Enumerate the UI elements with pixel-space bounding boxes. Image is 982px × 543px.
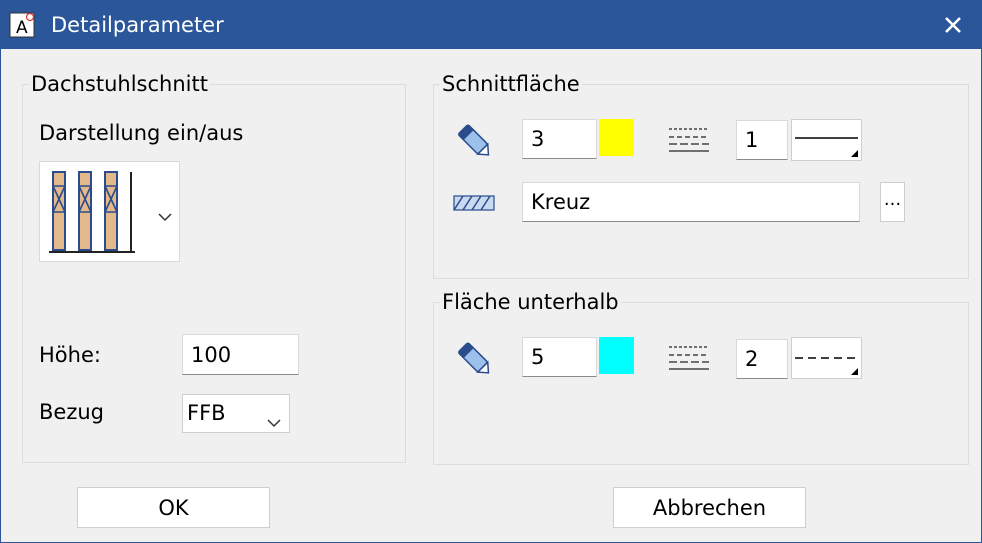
- group-title-roof-section: Dachstuhlschnitt: [29, 72, 210, 96]
- close-icon[interactable]: [925, 1, 981, 49]
- line-type-icon[interactable]: [668, 126, 710, 158]
- title-bar[interactable]: A Detailparameter: [1, 1, 981, 49]
- display-toggle-dropdown[interactable]: [39, 161, 180, 262]
- ok-button[interactable]: OK: [77, 487, 270, 528]
- section-line-input[interactable]: 1: [736, 120, 788, 160]
- hatch-input[interactable]: Kreuz: [522, 182, 860, 222]
- display-toggle-label: Darstellung ein/aus: [39, 121, 244, 145]
- cancel-button[interactable]: Abbrechen: [613, 487, 806, 528]
- below-line-style-button[interactable]: [791, 337, 862, 379]
- rafter-preview-icon: [47, 168, 137, 258]
- pen-icon[interactable]: [454, 337, 496, 383]
- hatch-icon[interactable]: [453, 194, 495, 216]
- dialog-window: A Detailparameter Dachstuhlschnitt Darst…: [0, 0, 982, 543]
- reference-select-value: FFB: [187, 401, 226, 425]
- height-label: Höhe:: [39, 343, 101, 367]
- group-title-section-surface: Schnittfläche: [440, 72, 582, 96]
- below-pen-input[interactable]: 5: [522, 337, 597, 377]
- section-pen-color-swatch[interactable]: [599, 119, 634, 156]
- reference-label: Bezug: [39, 400, 104, 424]
- browse-hatch-button[interactable]: ...: [880, 182, 905, 222]
- chevron-down-icon: [267, 409, 281, 433]
- group-title-surface-below: Fläche unterhalb: [440, 290, 621, 314]
- line-type-icon[interactable]: [668, 344, 710, 376]
- app-icon: A: [9, 12, 35, 38]
- section-line-style-button[interactable]: [791, 119, 862, 161]
- chevron-down-icon: [158, 207, 172, 226]
- window-title: Detailparameter: [51, 13, 224, 37]
- svg-text:A: A: [16, 18, 28, 38]
- reference-select[interactable]: FFB: [182, 394, 290, 433]
- height-input[interactable]: 100: [182, 334, 299, 375]
- pen-icon[interactable]: [454, 119, 496, 165]
- below-line-input[interactable]: 2: [736, 339, 788, 379]
- group-surface-below: [433, 302, 969, 465]
- below-pen-color-swatch[interactable]: [599, 337, 634, 374]
- section-pen-input[interactable]: 3: [522, 119, 597, 159]
